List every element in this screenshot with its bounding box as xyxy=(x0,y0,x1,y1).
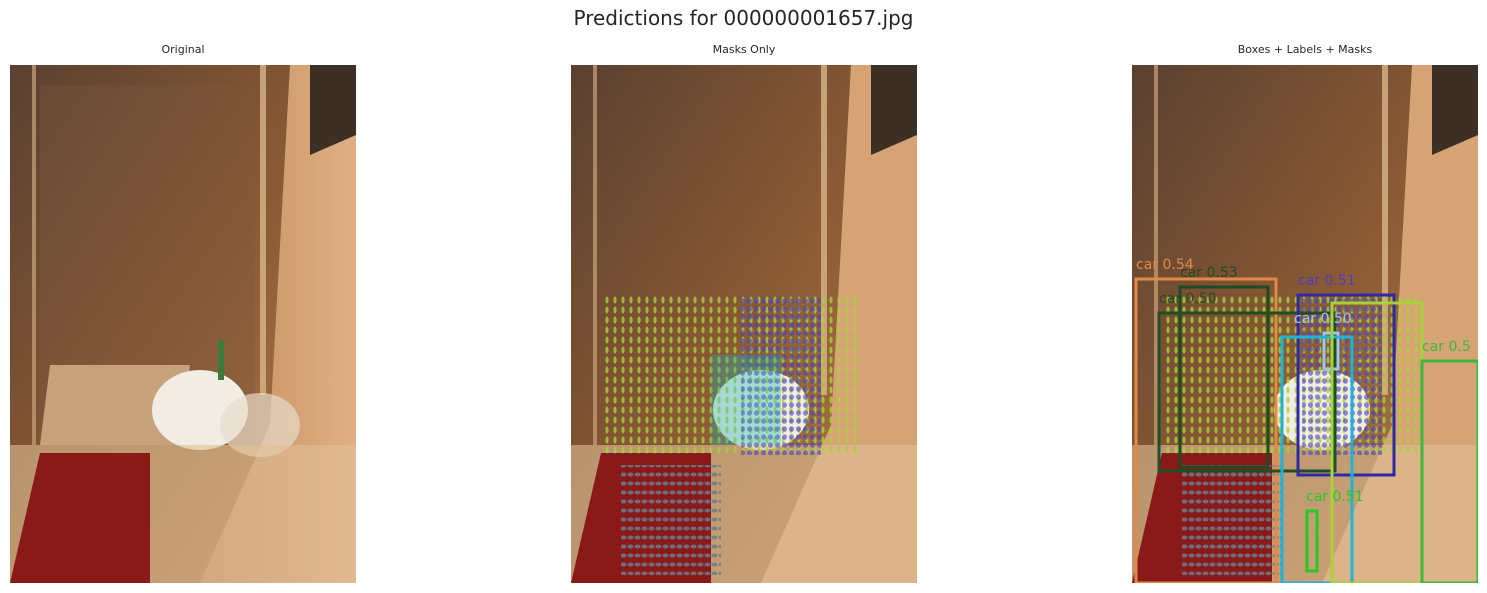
detection-label: car 0.51 xyxy=(1306,489,1364,505)
panel-original: Original xyxy=(10,43,356,583)
panel-boxes: Boxes + Labels + Masks car 0.54 car 0.53… xyxy=(1132,43,1478,583)
bathroom-photo-original xyxy=(10,65,356,583)
panel-title-masks: Masks Only xyxy=(712,43,776,56)
detection-label: car 0.50 xyxy=(1159,291,1217,307)
photo-svg-boxes: car 0.54 car 0.53 car 0.51 car 0.50 car … xyxy=(1132,65,1478,583)
figure-title: Predictions for 000000001657.jpg xyxy=(573,6,914,30)
panel-title-original: Original xyxy=(161,43,205,56)
detection-label: car 0.51 xyxy=(1298,273,1356,289)
photo-svg-masks xyxy=(571,65,917,583)
bathroom-photo-boxes: car 0.54 car 0.53 car 0.51 car 0.50 car … xyxy=(1132,65,1478,583)
detection-label: car 0.5 xyxy=(1422,339,1471,355)
detection-label: car 0.53 xyxy=(1180,265,1238,281)
panel-title-boxes: Boxes + Labels + Masks xyxy=(1237,43,1373,56)
detection-label: car 0.50 xyxy=(1294,311,1352,327)
panel-masks: Masks Only xyxy=(571,43,917,583)
photo-svg xyxy=(10,65,356,583)
bathroom-photo-masks xyxy=(571,65,917,583)
